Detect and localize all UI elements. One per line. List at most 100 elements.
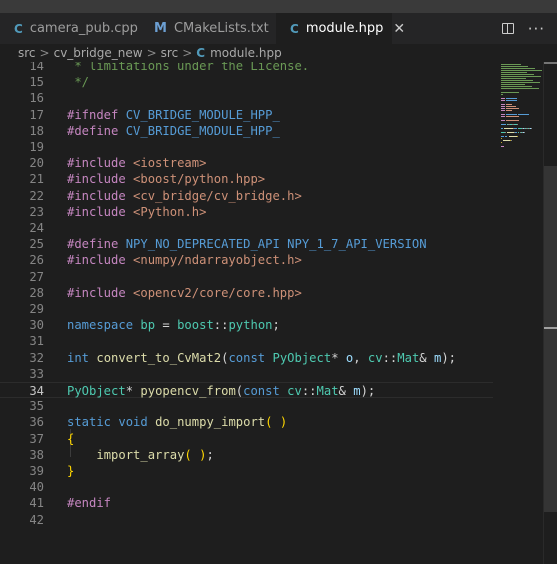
code-line[interactable]: 37 {: [0, 431, 493, 447]
code-line[interactable]: 24: [0, 220, 493, 236]
code-line[interactable]: 38 import_array( );: [0, 447, 493, 463]
minimap-token: [531, 128, 533, 129]
breadcrumb-item-file[interactable]: module.hpp: [210, 46, 282, 60]
code-line[interactable]: 39}: [0, 463, 493, 479]
code-line[interactable]: 19: [0, 139, 493, 155]
code-token: import_array: [96, 447, 185, 462]
minimap-line: [501, 64, 521, 65]
code-text: import_array( );: [67, 447, 213, 463]
code-text: int convert_to_CvMat2(const PyObject* o,…: [67, 350, 456, 366]
minimap-token: [506, 106, 517, 107]
code-token: NPY_1_7_API_VERSION: [287, 237, 427, 252]
chevron-right-icon: >: [39, 46, 50, 60]
code-token: =: [155, 318, 178, 333]
scrollbar-thumb[interactable]: [544, 166, 557, 512]
minimap-token: [501, 138, 502, 139]
line-number: 38: [29, 447, 44, 462]
more-actions-icon[interactable]: ···: [528, 21, 545, 36]
minimap-token: [514, 128, 517, 129]
code-line[interactable]: 26 #include <numpy/ndarrayobject.h>: [0, 252, 493, 268]
minimap-line: [501, 72, 527, 73]
code-token: ::: [213, 318, 229, 333]
minimap-token: [501, 92, 520, 93]
minimap-token: [501, 108, 506, 109]
code-editor[interactable]: 14 * limitations under the License. 15 */…: [0, 62, 557, 564]
minimap-token: [505, 114, 518, 115]
line-number: 37: [29, 431, 44, 446]
line-number: 17: [29, 107, 44, 122]
code-text: #include <boost/python.hpp>: [67, 171, 265, 187]
code-token: python: [228, 318, 273, 333]
code-line[interactable]: 42: [0, 512, 493, 528]
code-token: ::: [382, 350, 398, 365]
code-line[interactable]: 23 #include <Python.h>: [0, 204, 493, 220]
tab-camera-pub-cpp[interactable]: C camera_pub.cpp: [0, 13, 140, 44]
code-token: <opencv2/core/core.hpp>: [133, 285, 302, 300]
code-line[interactable]: 41 #endif: [0, 495, 493, 511]
code-line[interactable]: 27: [0, 269, 493, 285]
line-number: 27: [29, 269, 44, 284]
line-number: 32: [29, 350, 44, 365]
code-token: <iostream>: [133, 156, 207, 171]
code-token: <cv_bridge/cv_bridge.h>: [133, 188, 302, 203]
vertical-scrollbar[interactable]: [543, 62, 557, 564]
code-line[interactable]: 33: [0, 366, 493, 382]
breadcrumb-item-src[interactable]: src: [18, 46, 36, 60]
code-line[interactable]: 28 #include <opencv2/core/core.hpp>: [0, 285, 493, 301]
close-tab-icon[interactable]: ✕: [393, 21, 405, 37]
code-token: #include: [67, 285, 126, 300]
minimap-line: [501, 74, 534, 75]
code-text: }: [67, 463, 74, 479]
editor-actions: ···: [501, 13, 545, 44]
minimap[interactable]: [493, 62, 543, 564]
minimap-token: [501, 120, 506, 121]
minimap-token: [506, 116, 520, 117]
code-line[interactable]: 20 #include <iostream>: [0, 155, 493, 171]
code-line[interactable]: 17 #ifndef CV_BRIDGE_MODULE_HPP_: [0, 107, 493, 123]
code-token: cv: [367, 350, 383, 365]
code-line[interactable]: 18 #define CV_BRIDGE_MODULE_HPP_: [0, 123, 493, 139]
code-line[interactable]: 21 #include <boost/python.hpp>: [0, 171, 493, 187]
line-number: 16: [29, 91, 44, 106]
code-line[interactable]: 36 static void do_numpy_import( ): [0, 414, 493, 430]
code-line[interactable]: 22 #include <cv_bridge/cv_bridge.h>: [0, 188, 493, 204]
code-token: ( ): [184, 447, 207, 462]
code-line[interactable]: 32 int convert_to_CvMat2(const PyObject* …: [0, 350, 493, 366]
breadcrumb-item-src[interactable]: src: [161, 46, 179, 60]
code-line[interactable]: 30 namespace bp = boost::python;: [0, 317, 493, 333]
code-line[interactable]: 16: [0, 90, 493, 106]
minimap-token: [503, 140, 510, 141]
code-text: #include <iostream>: [67, 155, 206, 171]
line-number: 14: [29, 62, 44, 73]
code-token: #include: [67, 188, 126, 203]
code-text: * limitations under the License.: [67, 62, 309, 74]
code-line[interactable]: 35: [0, 398, 493, 414]
code-line[interactable]: 40: [0, 479, 493, 495]
code-line[interactable]: 29: [0, 301, 493, 317]
breadcrumb-item-cv-bridge-new[interactable]: cv_bridge_new: [54, 46, 143, 60]
code-line[interactable]: 14 * limitations under the License.: [0, 62, 493, 74]
tab-module-hpp[interactable]: C module.hpp ✕: [276, 13, 405, 44]
code-token: do_numpy_import: [155, 415, 266, 430]
line-number: 39: [29, 464, 44, 478]
code-text: #include <Python.h>: [67, 204, 206, 220]
code-line[interactable]: 15 */: [0, 74, 493, 90]
code-token: PyObject: [272, 350, 332, 365]
code-token: &: [338, 384, 354, 398]
tab-cmakelists-txt[interactable]: M CMakeLists.txt: [140, 13, 276, 44]
code-text: #ifndef CV_BRIDGE_MODULE_HPP_: [67, 107, 280, 123]
minimap-line: [501, 78, 526, 79]
minimap-token: [505, 98, 518, 99]
split-editor-icon[interactable]: [501, 23, 514, 34]
code-line[interactable]: 34 PyObject* pyopencv_from(const cv::Mat&…: [0, 382, 493, 398]
code-line[interactable]: 25 #define NPY_NO_DEPRECATED_API NPY_1_7_…: [0, 236, 493, 252]
code-line[interactable]: 31: [0, 333, 493, 349]
line-number: 31: [29, 334, 44, 349]
code-token: &: [419, 350, 434, 365]
chevron-right-icon: >: [182, 46, 193, 60]
code-token: <boost/python.hpp>: [133, 172, 266, 187]
